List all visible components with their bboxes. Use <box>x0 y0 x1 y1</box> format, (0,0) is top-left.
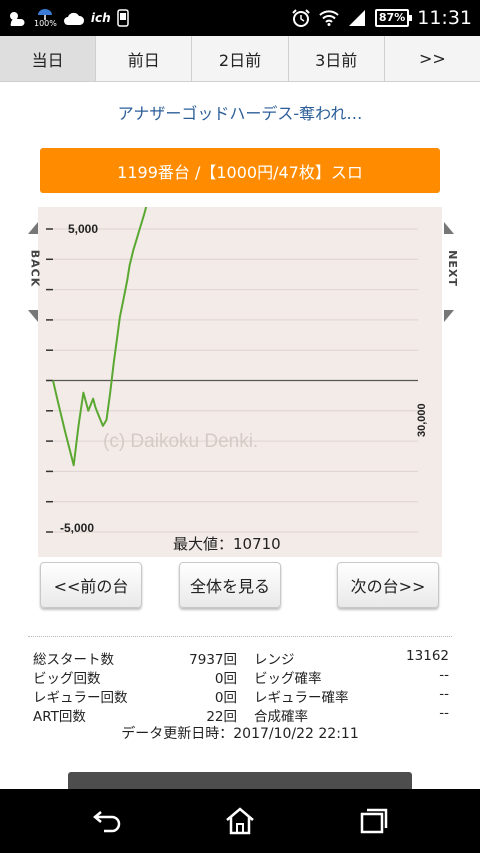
stat-value: -- <box>439 705 449 721</box>
umbrella-icon: 100% <box>34 8 57 28</box>
stat-row: ART回数 22回 合成確率 -- <box>33 705 449 725</box>
status-bar: 100% ich 87% 11:31 <box>0 0 480 36</box>
stat-label: レギュラー回数 <box>33 690 128 706</box>
y-top-label: 5,000 <box>68 222 98 236</box>
divider <box>28 636 452 637</box>
y-bottom-label: -5,000 <box>60 521 94 535</box>
stats-table: 総スタート数 7937回 レンジ 13162 ビッグ回数 0回 ビッグ確率 --… <box>33 648 449 725</box>
stat-value: 22回 <box>206 709 237 725</box>
status-clock: 11:31 <box>417 7 472 29</box>
stat-value: 0回 <box>214 671 237 687</box>
stat-value: 13162 <box>406 648 449 664</box>
view-all-button[interactable]: 全体を見る <box>179 562 281 608</box>
x-right-label: 30,000 <box>416 403 428 437</box>
stat-label: レギュラー確率 <box>254 690 349 706</box>
machine-title[interactable]: アナザーゴッドハーデス-奪われ… <box>0 100 480 124</box>
weather-icon <box>6 9 28 27</box>
next-machine-button[interactable]: 次の台>> <box>337 562 439 608</box>
home-button[interactable] <box>220 803 260 839</box>
stat-value: 7937回 <box>189 652 237 668</box>
prev-machine-button[interactable]: <<前の台 <box>40 562 142 608</box>
stat-label: ビッグ回数 <box>33 671 101 687</box>
recent-apps-button[interactable] <box>354 803 394 839</box>
tab-3-days-ago[interactable]: 3日前 <box>289 36 385 81</box>
data-updated-time: データ更新日時：2017/10/22 22:11 <box>121 726 359 742</box>
y-axis-ticks <box>46 228 53 533</box>
next-arrow-button[interactable]: NEXT <box>442 222 459 322</box>
tab-more[interactable]: >> <box>385 36 480 81</box>
max-value-label: 最大値：10710 <box>173 535 281 553</box>
alarm-icon <box>291 8 311 28</box>
umbrella-percent: 100% <box>34 19 57 28</box>
machine-info-bar: 1199番台 /【1000円/47枚】スロ <box>40 148 440 193</box>
wifi-icon <box>319 10 339 26</box>
home-icon <box>226 807 254 835</box>
battery-indicator: 87% <box>374 9 413 27</box>
navigation-buttons: <<前の台 全体を見る 次の台>> <box>0 562 480 612</box>
stat-row: レギュラー回数 0回 レギュラー確率 -- <box>33 686 449 706</box>
tab-yesterday[interactable]: 前日 <box>96 36 193 81</box>
stat-value: -- <box>439 686 449 702</box>
next-label: NEXT <box>445 250 459 287</box>
recent-apps-icon <box>360 808 388 834</box>
system-nav-bar <box>0 789 480 853</box>
phone-icon <box>116 9 129 27</box>
watermark: (c) Daikoku Denki. <box>103 431 258 452</box>
stat-label: ART回数 <box>33 709 86 725</box>
carrier-label: ich <box>90 11 111 25</box>
stat-label: ビッグ確率 <box>254 671 322 687</box>
back-icon <box>93 811 121 833</box>
slump-series-line <box>52 207 148 467</box>
stat-row: 総スタート数 7937回 レンジ 13162 <box>33 648 449 668</box>
stat-value: -- <box>439 667 449 683</box>
stat-label: 総スタート数 <box>33 652 114 668</box>
stat-label: レンジ <box>254 652 295 668</box>
tab-2-days-ago[interactable]: 2日前 <box>192 36 289 81</box>
cloud-icon <box>63 10 85 26</box>
stat-label: 合成確率 <box>254 709 308 725</box>
signal-icon <box>347 9 367 27</box>
machine-info-text: 1199番台 /【1000円/47枚】スロ <box>117 162 363 182</box>
slump-graph: (c) Daikoku Denki. 5,000 -5,000 30,000 最… <box>46 207 428 553</box>
stat-row: ビッグ回数 0回 ビッグ確率 -- <box>33 667 449 687</box>
back-button[interactable] <box>86 803 126 839</box>
stat-value: 0回 <box>214 690 237 706</box>
tab-today[interactable]: 当日 <box>0 36 97 81</box>
day-tabs: 当日 前日 2日前 3日前 >> <box>0 36 480 82</box>
